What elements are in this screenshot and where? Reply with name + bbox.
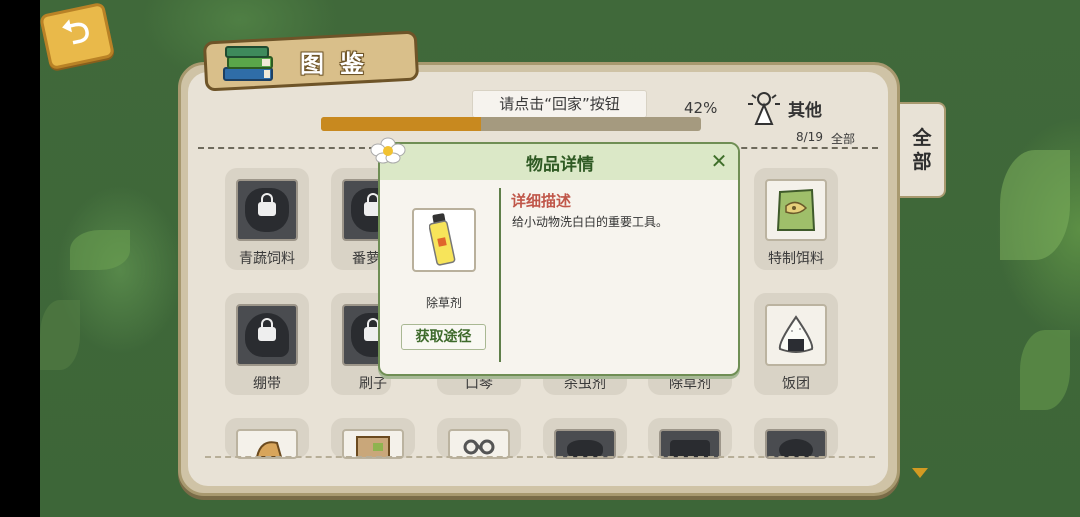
sack-silhouette-icon [245, 188, 289, 232]
description-text: 给小动物洗白白的重要工具。 [512, 215, 669, 229]
lock-icon [258, 318, 276, 341]
bag-icon [255, 441, 283, 457]
collected-count: 8/19 [796, 130, 823, 144]
description-title: 详细描述 [511, 192, 572, 210]
back-arrow-icon: ⮌ [58, 9, 94, 54]
grid-item[interactable] [754, 418, 838, 459]
item-label: 绷带 [253, 376, 281, 392]
lock-icon [258, 193, 276, 216]
item-label: 刷子 [359, 376, 387, 392]
item-name: 除草剂 [425, 296, 462, 310]
item-slot [236, 304, 298, 366]
bottom-divider [205, 456, 875, 458]
grid-item[interactable]: 特制饵料 [754, 168, 838, 270]
grid-item[interactable]: 饭团 [754, 293, 838, 395]
grid-item[interactable] [225, 418, 309, 459]
close-button[interactable]: ✕ [708, 151, 730, 173]
page-title: 图鉴 [300, 50, 380, 78]
item-slot [554, 429, 616, 459]
grid-item[interactable]: 青蔬饲料 [225, 168, 309, 270]
scroll-down-arrow-icon[interactable] [912, 468, 928, 478]
item-slot [659, 429, 721, 459]
item-label: 特制饵料 [768, 251, 824, 267]
grid-item[interactable] [331, 418, 415, 459]
item-slot [765, 179, 827, 241]
herbicide-bottle-icon [429, 213, 456, 266]
item-label: 除草剂 [669, 376, 711, 392]
item-label: 杀虫剂 [564, 376, 606, 392]
grid-item[interactable] [543, 418, 627, 459]
progress-bar [321, 117, 701, 131]
tab-all[interactable]: 全 部 [900, 102, 946, 198]
acquire-method-button[interactable]: 获取途径 [401, 324, 486, 350]
rice-ball-icon [778, 315, 814, 353]
bandage-silhouette-icon [245, 313, 289, 357]
item-label: 青蔬饲料 [239, 251, 295, 267]
scissors-icon [463, 439, 495, 455]
book-icon [223, 46, 273, 81]
item-slot [342, 429, 404, 459]
item-slot [765, 429, 827, 459]
flower-icon [370, 137, 406, 164]
grid-item[interactable] [437, 418, 521, 459]
hint-banner: 请点击“回家”按钮 [472, 90, 647, 118]
item-label: 口琴 [465, 376, 493, 392]
left-black-bar [0, 0, 40, 517]
grid-item[interactable]: 绷带 [225, 293, 309, 395]
tab-all-label-1: 全 [912, 127, 932, 149]
category-figure-icon [748, 92, 780, 125]
collected-scope: 全部 [831, 132, 856, 146]
item-slot [236, 429, 298, 459]
modal-title: 物品详情 [526, 155, 594, 175]
item-slot [236, 179, 298, 241]
progress-percent: 42% [684, 99, 718, 117]
seed-bag-icon [356, 436, 390, 457]
category-label: 其他 [788, 101, 822, 121]
bait-bag-icon [776, 188, 816, 231]
item-slot [765, 304, 827, 366]
modal-divider [499, 188, 501, 362]
item-label: 饭团 [782, 376, 810, 392]
item-preview [412, 208, 476, 272]
item-slot [448, 429, 510, 459]
tab-all-label-2: 部 [912, 151, 932, 173]
progress-fill [321, 117, 481, 131]
grid-item[interactable] [648, 418, 732, 459]
close-icon: ✕ [710, 149, 728, 173]
